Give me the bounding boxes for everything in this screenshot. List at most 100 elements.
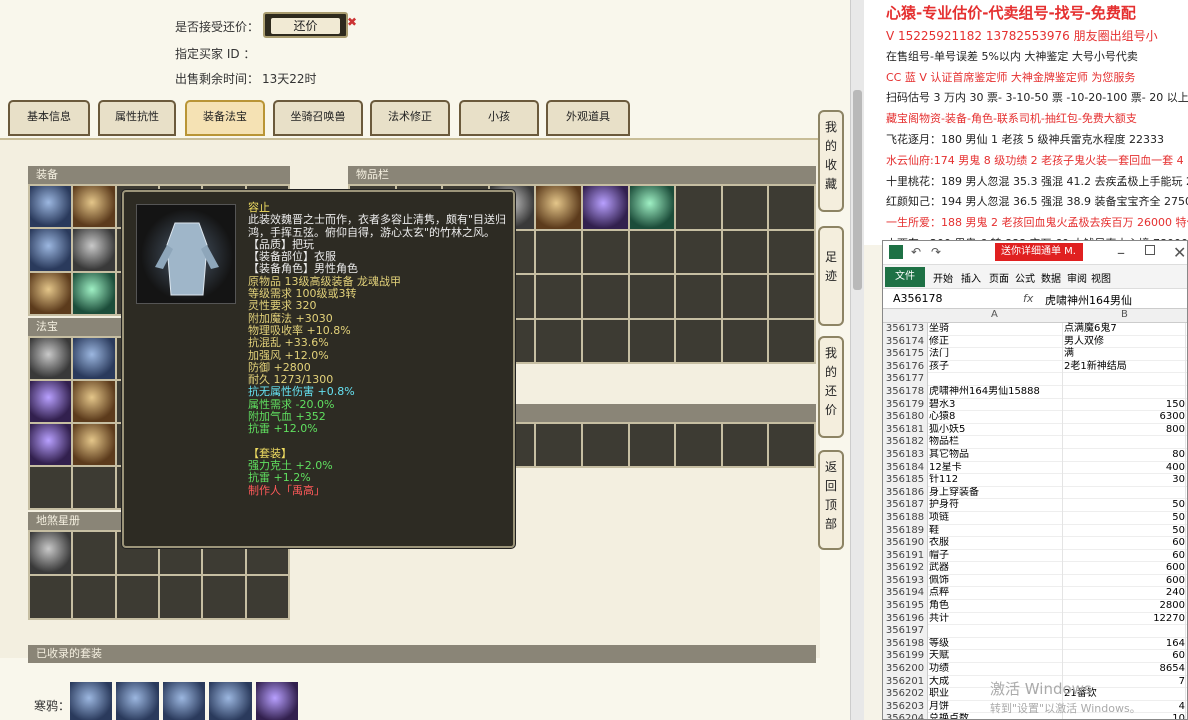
treasure-slot[interactable] [73, 467, 115, 508]
inventory-slot[interactable] [629, 319, 675, 362]
treasure-slot[interactable] [73, 381, 115, 422]
equip-slot[interactable] [30, 186, 72, 228]
column-b[interactable]: B [1121, 309, 1128, 320]
sheet-cell[interactable] [929, 373, 1063, 386]
tab-spell-correction[interactable]: 法术修正 [370, 100, 450, 136]
sheet-cell[interactable]: 6300 [1064, 411, 1186, 424]
tab-view[interactable]: 视图 [1091, 270, 1111, 285]
set-slot[interactable] [162, 682, 206, 720]
side-footprint-button[interactable]: 足迹 [818, 226, 844, 326]
inventory-slot[interactable] [676, 186, 721, 229]
redo-icon[interactable]: ↷ [931, 245, 941, 259]
sheet-cell[interactable]: 衣服 [929, 537, 1063, 550]
inventory-slot[interactable] [676, 424, 721, 466]
page-scrollbar[interactable] [850, 0, 864, 720]
side-top-button[interactable]: 返回顶部 [818, 450, 844, 550]
sheet-cell[interactable]: 8654 [1064, 663, 1186, 676]
tab-insert[interactable]: 插入 [961, 270, 981, 285]
sheet-cell[interactable]: 80 [1064, 448, 1186, 462]
inventory-slot[interactable] [722, 319, 768, 362]
sheet-cell[interactable] [1064, 373, 1186, 386]
set-slot[interactable] [255, 682, 298, 720]
sheet-cell[interactable]: 功绩 [929, 663, 1063, 676]
sheet-cell[interactable]: 佩饰 [929, 574, 1063, 588]
map-slot[interactable] [30, 576, 72, 618]
inventory-slot[interactable] [536, 186, 581, 229]
inventory-slot[interactable] [722, 186, 768, 229]
sheet-cell[interactable]: 共计 [929, 612, 1063, 626]
inventory-slot[interactable] [722, 424, 768, 466]
sheet-cell[interactable] [1064, 436, 1186, 449]
inventory-slot[interactable] [722, 230, 768, 273]
inventory-slot[interactable] [582, 186, 628, 229]
map-slot[interactable] [203, 576, 245, 618]
scrollbar-thumb[interactable] [853, 90, 862, 290]
sheet-cell[interactable]: 等级 [929, 637, 1063, 651]
tab-attributes[interactable]: 属性抗性 [98, 100, 176, 136]
inventory-slot[interactable] [536, 230, 581, 273]
tab-child[interactable]: 小孩 [459, 100, 539, 136]
set-slot[interactable] [70, 682, 113, 720]
sheet-cell[interactable] [929, 625, 1063, 638]
equip-slot[interactable] [73, 272, 115, 314]
sheet-cell[interactable]: 狐小妖5 [929, 423, 1063, 437]
sheet-cell[interactable]: 碧水3 [929, 398, 1063, 412]
inventory-slot[interactable] [536, 319, 581, 362]
sheet-cell[interactable]: 身上穿装备 [929, 486, 1063, 500]
map-slot[interactable] [30, 532, 72, 574]
sheet-cell[interactable] [1064, 385, 1186, 399]
sheet-cell[interactable]: 50 [1064, 499, 1186, 512]
tab-data[interactable]: 数据 [1041, 270, 1061, 285]
inventory-slot[interactable] [629, 424, 675, 466]
side-counter-button[interactable]: 我的还价 [818, 336, 844, 438]
inventory-slot[interactable] [722, 275, 768, 318]
equip-slot[interactable] [30, 229, 72, 271]
sheet-cell[interactable]: 心猿8 [929, 411, 1063, 424]
map-slot[interactable] [246, 576, 288, 618]
sheet-cell[interactable]: 12270 [1064, 612, 1186, 626]
treasure-slot[interactable] [73, 338, 115, 379]
sheet-cell[interactable]: 150 [1064, 398, 1186, 412]
sheet-cell[interactable]: 240 [1064, 587, 1186, 601]
inventory-slot[interactable] [582, 230, 628, 273]
sheet-cell[interactable]: 帽子 [929, 549, 1063, 563]
equip-slot[interactable] [73, 186, 115, 228]
sheet-cell[interactable]: 男人双修 [1064, 335, 1186, 349]
side-favorites-button[interactable]: 我的收藏 [818, 110, 844, 212]
cell-reference[interactable]: A356178 [893, 292, 943, 305]
sheet-cell[interactable]: 600 [1064, 574, 1186, 588]
sheet-cell[interactable]: 50 [1064, 511, 1186, 525]
inventory-slot[interactable] [676, 230, 721, 273]
map-slot[interactable] [73, 576, 115, 618]
sheet-cell[interactable]: 12星卡 [929, 461, 1063, 475]
column-a[interactable]: A [991, 309, 998, 320]
treasure-slot[interactable] [30, 467, 72, 508]
sheet-cell[interactable]: 孩子 [929, 360, 1063, 374]
tab-formula[interactable]: 公式 [1015, 270, 1035, 285]
undo-icon[interactable]: ↶ [911, 245, 921, 259]
close-icon[interactable]: ✖ [347, 15, 357, 29]
sheet-cell[interactable]: 400 [1064, 461, 1186, 475]
maximize-icon[interactable] [1145, 245, 1155, 255]
inventory-slot[interactable] [582, 275, 628, 318]
sheet-cell[interactable]: 角色 [929, 600, 1063, 613]
formula-input[interactable]: 虎啸神州164男仙 [1045, 292, 1132, 308]
tab-home[interactable]: 开始 [933, 270, 953, 285]
sheet-cell[interactable]: 点粹 [929, 587, 1063, 601]
sheet-cell[interactable]: 50 [1064, 524, 1186, 538]
sheet-cell[interactable]: 2800 [1064, 600, 1186, 613]
sheet-cell[interactable]: 天赋 [929, 650, 1063, 664]
map-slot[interactable] [73, 532, 115, 574]
close-window-icon[interactable]: ✕ [1173, 243, 1186, 262]
inventory-slot[interactable] [629, 275, 675, 318]
sheet-cell[interactable]: 武器 [929, 562, 1063, 575]
inventory-slot[interactable] [536, 424, 581, 466]
treasure-slot[interactable] [30, 381, 72, 422]
map-slot[interactable] [159, 576, 202, 618]
sheet-cell[interactable]: 60 [1064, 537, 1186, 550]
sheet-cell[interactable]: 30 [1064, 474, 1186, 487]
sheet-cell[interactable]: 其它物品 [929, 448, 1063, 462]
sheet-cell[interactable]: 鞋 [929, 524, 1063, 538]
set-slot[interactable] [116, 682, 159, 720]
sheet-cell[interactable] [1064, 625, 1186, 638]
